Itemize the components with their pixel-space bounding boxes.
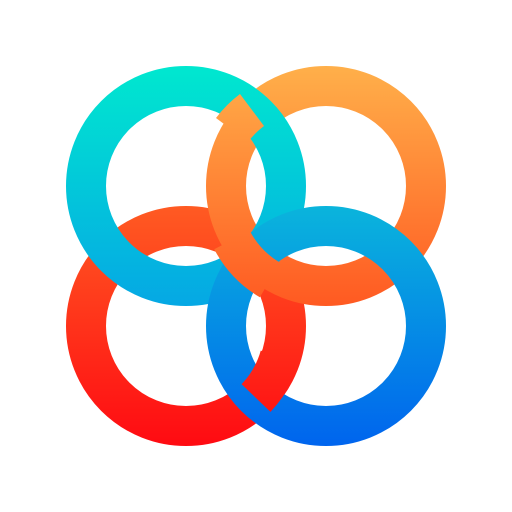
- interlocking-rings-logo-icon: [66, 66, 446, 446]
- red-ring-overpass: [241, 349, 300, 412]
- icon-canvas: [0, 0, 512, 512]
- orange-ring-overpass: [216, 94, 265, 143]
